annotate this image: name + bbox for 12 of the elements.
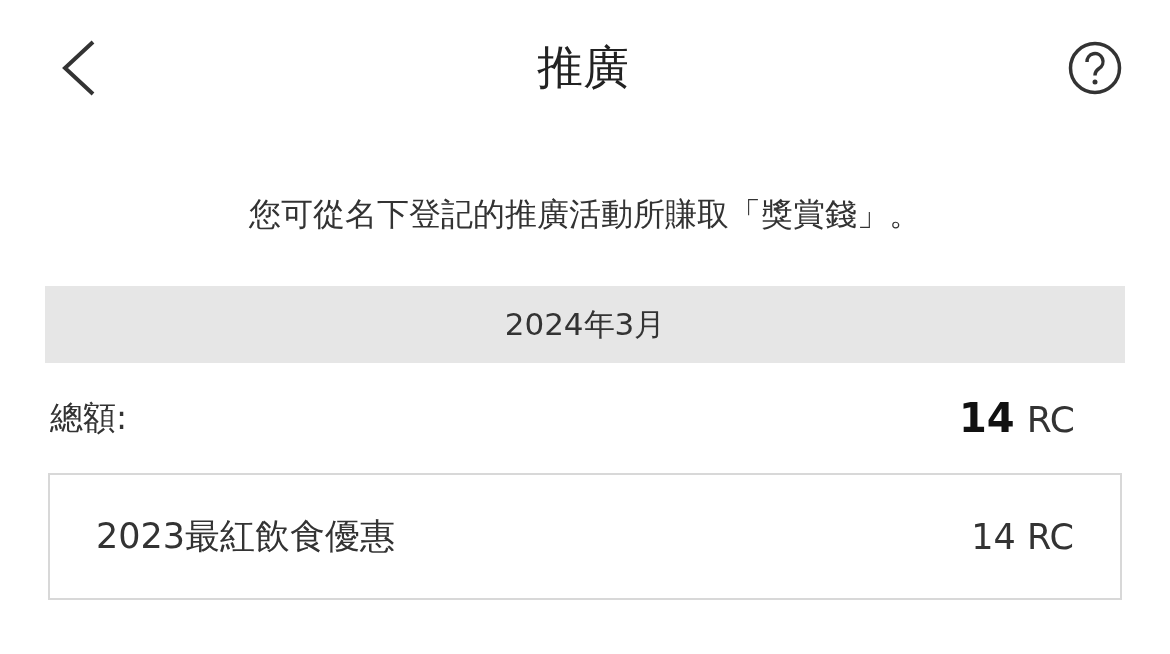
help-icon[interactable] [1068, 41, 1122, 95]
total-label: 總額: [50, 396, 128, 439]
back-button[interactable] [61, 40, 97, 96]
total-amount: 14 [958, 395, 1015, 441]
promotion-amount: 14 RC [971, 516, 1074, 557]
page-title: 推廣 [536, 39, 629, 96]
description-text: 您可從名下登記的推廣活動所賺取「獎賞錢」。 [248, 194, 922, 235]
promotion-card[interactable]: 2023最紅飲食優惠 14 RC [48, 473, 1122, 600]
month-band: 2024年3月 [45, 286, 1125, 363]
promotion-name: 2023最紅飲食優惠 [96, 515, 396, 558]
back-icon [61, 40, 97, 96]
total-unit: RC [1026, 399, 1075, 440]
